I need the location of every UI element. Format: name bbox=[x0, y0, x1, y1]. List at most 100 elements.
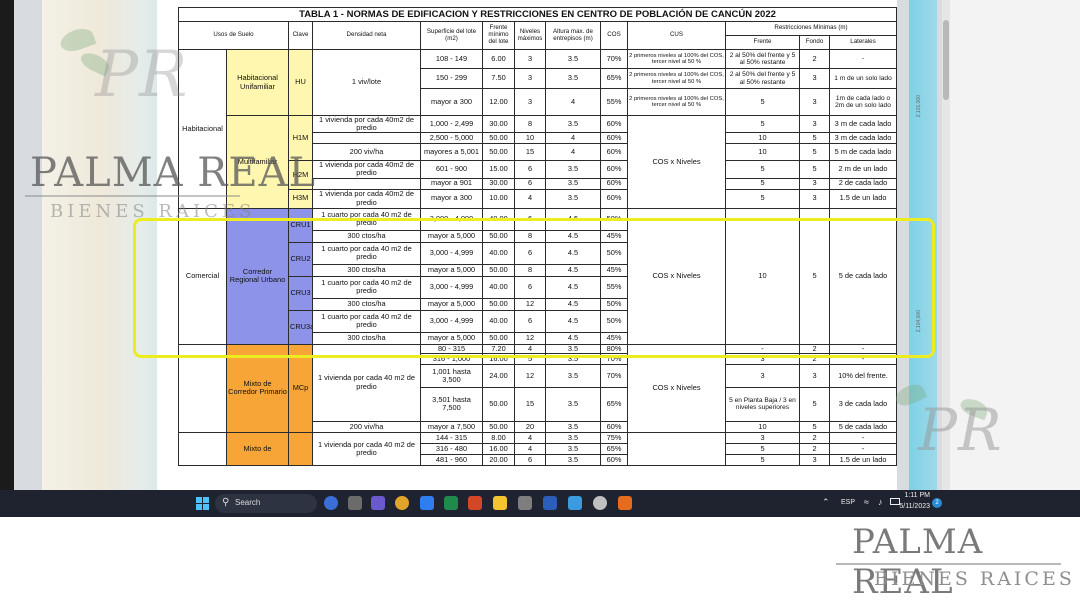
frente-cell: 40.00 bbox=[482, 309, 515, 333]
table-row: Multifamiliar H1M 1 vivienda por cada 40… bbox=[179, 114, 898, 209]
key-mixto-blank bbox=[288, 431, 313, 466]
header-superficie: Superficie del lote (m2) bbox=[420, 21, 483, 50]
clock-time[interactable]: 1:11 PM bbox=[900, 492, 930, 499]
frente-cell: 50.00 bbox=[482, 132, 515, 145]
cos-cell: 65% bbox=[600, 68, 628, 89]
sup-cell: mayor a 5,000 bbox=[420, 263, 483, 277]
restr-fondo-cell: 2 bbox=[799, 431, 830, 444]
altura-cell: 4 bbox=[545, 143, 601, 162]
niveles-cell: 6 bbox=[514, 207, 546, 231]
niveles-cell: 6 bbox=[514, 241, 546, 265]
app-icon-chrome[interactable] bbox=[395, 496, 409, 510]
clock-date[interactable]: 5/11/2023 bbox=[896, 503, 930, 510]
restr-fondo-cell: 3 bbox=[799, 177, 830, 190]
altura-cell: 4 bbox=[545, 132, 601, 145]
watermark-subtitle: BIENES RAICES bbox=[874, 568, 1075, 590]
frente-cell: 40.00 bbox=[482, 275, 515, 299]
sup-cell: mayor a 7,500 bbox=[420, 420, 483, 433]
group-hab-unifamiliar: Habitacional Unifamiliar bbox=[226, 49, 289, 116]
app-icon-excel[interactable] bbox=[444, 496, 458, 510]
frente-cell: 10.00 bbox=[482, 188, 515, 209]
restr-frente-cell: 5 bbox=[725, 160, 800, 179]
cus-cell: 2 primeros niveles al 100% del COS, terc… bbox=[627, 68, 726, 89]
group-corredor: Corredor Regional Urbano bbox=[226, 207, 289, 345]
cos-cell: 55% bbox=[600, 275, 628, 299]
restr-fondo-cell: 2 bbox=[799, 442, 830, 455]
app-icon-file-explorer[interactable] bbox=[493, 496, 507, 510]
restr-frente-cell: 10 bbox=[725, 143, 800, 162]
side-coordinate-label-bottom: 2,104,000 bbox=[916, 310, 922, 333]
sup-cell: 2,500 - 5,000 bbox=[420, 132, 483, 145]
cos-cell: 45% bbox=[600, 263, 628, 277]
sup-cell: 144 - 315 bbox=[420, 431, 483, 444]
header-restriccion-fondo: Fondo bbox=[799, 35, 830, 50]
wifi-icon[interactable]: ≈ bbox=[864, 497, 869, 507]
niveles-cell: 12 bbox=[514, 363, 546, 388]
app-icon-media[interactable] bbox=[593, 496, 607, 510]
restr-fondo-cell: 5 bbox=[799, 160, 830, 179]
screenshot: 2,101,000 2,104,000 TABLA 1 - NORMAS DE … bbox=[0, 0, 1080, 607]
app-icon-teams[interactable] bbox=[371, 496, 385, 510]
sup-cell: 3,000 - 4,999 bbox=[420, 309, 483, 333]
niveles-cell: 12 bbox=[514, 297, 546, 311]
restr-lat-cell: 3 m de cada lado bbox=[828, 132, 898, 145]
density-cell: 300 ctos/ha bbox=[312, 297, 421, 311]
table-row: Mixto de Corredor Primario MCp 1 viviend… bbox=[178, 343, 898, 433]
cos-cell: 60% bbox=[600, 160, 628, 179]
key-hu: HU bbox=[288, 49, 313, 116]
language-indicator[interactable]: ESP bbox=[841, 499, 855, 506]
search-icon: ⚲ bbox=[222, 497, 230, 508]
header-restricciones: Restricciones Mínimas (m) bbox=[724, 21, 898, 36]
restr-lat-cell: 10% del frente. bbox=[828, 363, 898, 388]
start-button[interactable] bbox=[196, 497, 209, 510]
restr-lat-cell: - bbox=[828, 442, 898, 455]
altura-cell: 3.5 bbox=[545, 68, 601, 89]
altura-cell: 3.5 bbox=[545, 352, 601, 365]
niveles-cell: 6 bbox=[514, 309, 546, 333]
density-cell: 200 viv/ha bbox=[312, 420, 421, 433]
app-icon-word[interactable] bbox=[543, 496, 557, 510]
altura-cell: 4.5 bbox=[545, 275, 601, 299]
cos-cell: 65% bbox=[600, 386, 628, 422]
niveles-cell: 4 bbox=[514, 442, 546, 455]
taskbar-search[interactable]: ⚲ Search bbox=[215, 494, 317, 513]
app-icon-photos[interactable] bbox=[568, 496, 582, 510]
restr-frente-cell: 10 bbox=[725, 420, 800, 433]
table-row: Mixto de 1 vivienda por cada 40 m2 de pr… bbox=[178, 431, 898, 466]
watermark-subtitle: BIENES RAICES bbox=[50, 201, 256, 222]
app-icon-mail[interactable] bbox=[420, 496, 434, 510]
altura-cell: 4.5 bbox=[545, 207, 601, 231]
restr-frente-cell: 2 al 50% del frente y 5 al 50% restante bbox=[725, 49, 800, 69]
watermark-divider bbox=[836, 563, 1061, 565]
app-icon-acrobat[interactable] bbox=[618, 496, 632, 510]
altura-cell: 3.5 bbox=[545, 160, 601, 179]
restr-lat-cell: - bbox=[828, 431, 898, 444]
app-icon-store[interactable] bbox=[518, 496, 532, 510]
notification-badge[interactable]: 2 bbox=[932, 498, 942, 508]
altura-cell: 4.5 bbox=[545, 331, 601, 345]
app-icon-powerpoint[interactable] bbox=[468, 496, 482, 510]
cos-cell: 50% bbox=[600, 297, 628, 311]
altura-cell: 3.5 bbox=[545, 420, 601, 433]
sup-cell: mayores a 5,001 bbox=[420, 143, 483, 162]
restr-lat-cell: 1.5 de un lado bbox=[828, 188, 898, 209]
header-densidad: Densidad neta bbox=[312, 21, 421, 50]
app-icon-copilot[interactable] bbox=[324, 496, 338, 510]
chevron-up-icon[interactable]: ⌃ bbox=[822, 497, 830, 508]
restr-frente-cell: 5 bbox=[725, 114, 800, 134]
app-icon-task-view[interactable] bbox=[348, 496, 362, 510]
restr-fondo-cell: 5 bbox=[799, 420, 830, 433]
frente-cell: 7.50 bbox=[482, 68, 515, 89]
watermark-divider bbox=[25, 195, 240, 197]
speaker-icon[interactable]: ♪ bbox=[878, 497, 883, 507]
key-cru2: CRU2 bbox=[288, 241, 313, 277]
density-cell bbox=[312, 132, 421, 145]
sup-cell: 3,000 - 4,999 bbox=[420, 241, 483, 265]
group-mixto-de: Mixto de bbox=[226, 431, 289, 466]
frame-left-edge bbox=[0, 0, 14, 490]
table-row: Comercial Corredor Regional Urbano CRU1 … bbox=[178, 207, 898, 345]
restr-frente-cell: 3 bbox=[725, 363, 800, 388]
restr-frente-cell: 5 bbox=[725, 177, 800, 190]
scrollbar-thumb[interactable] bbox=[943, 20, 949, 100]
sup-cell: 316 - 1,000 bbox=[420, 352, 483, 365]
